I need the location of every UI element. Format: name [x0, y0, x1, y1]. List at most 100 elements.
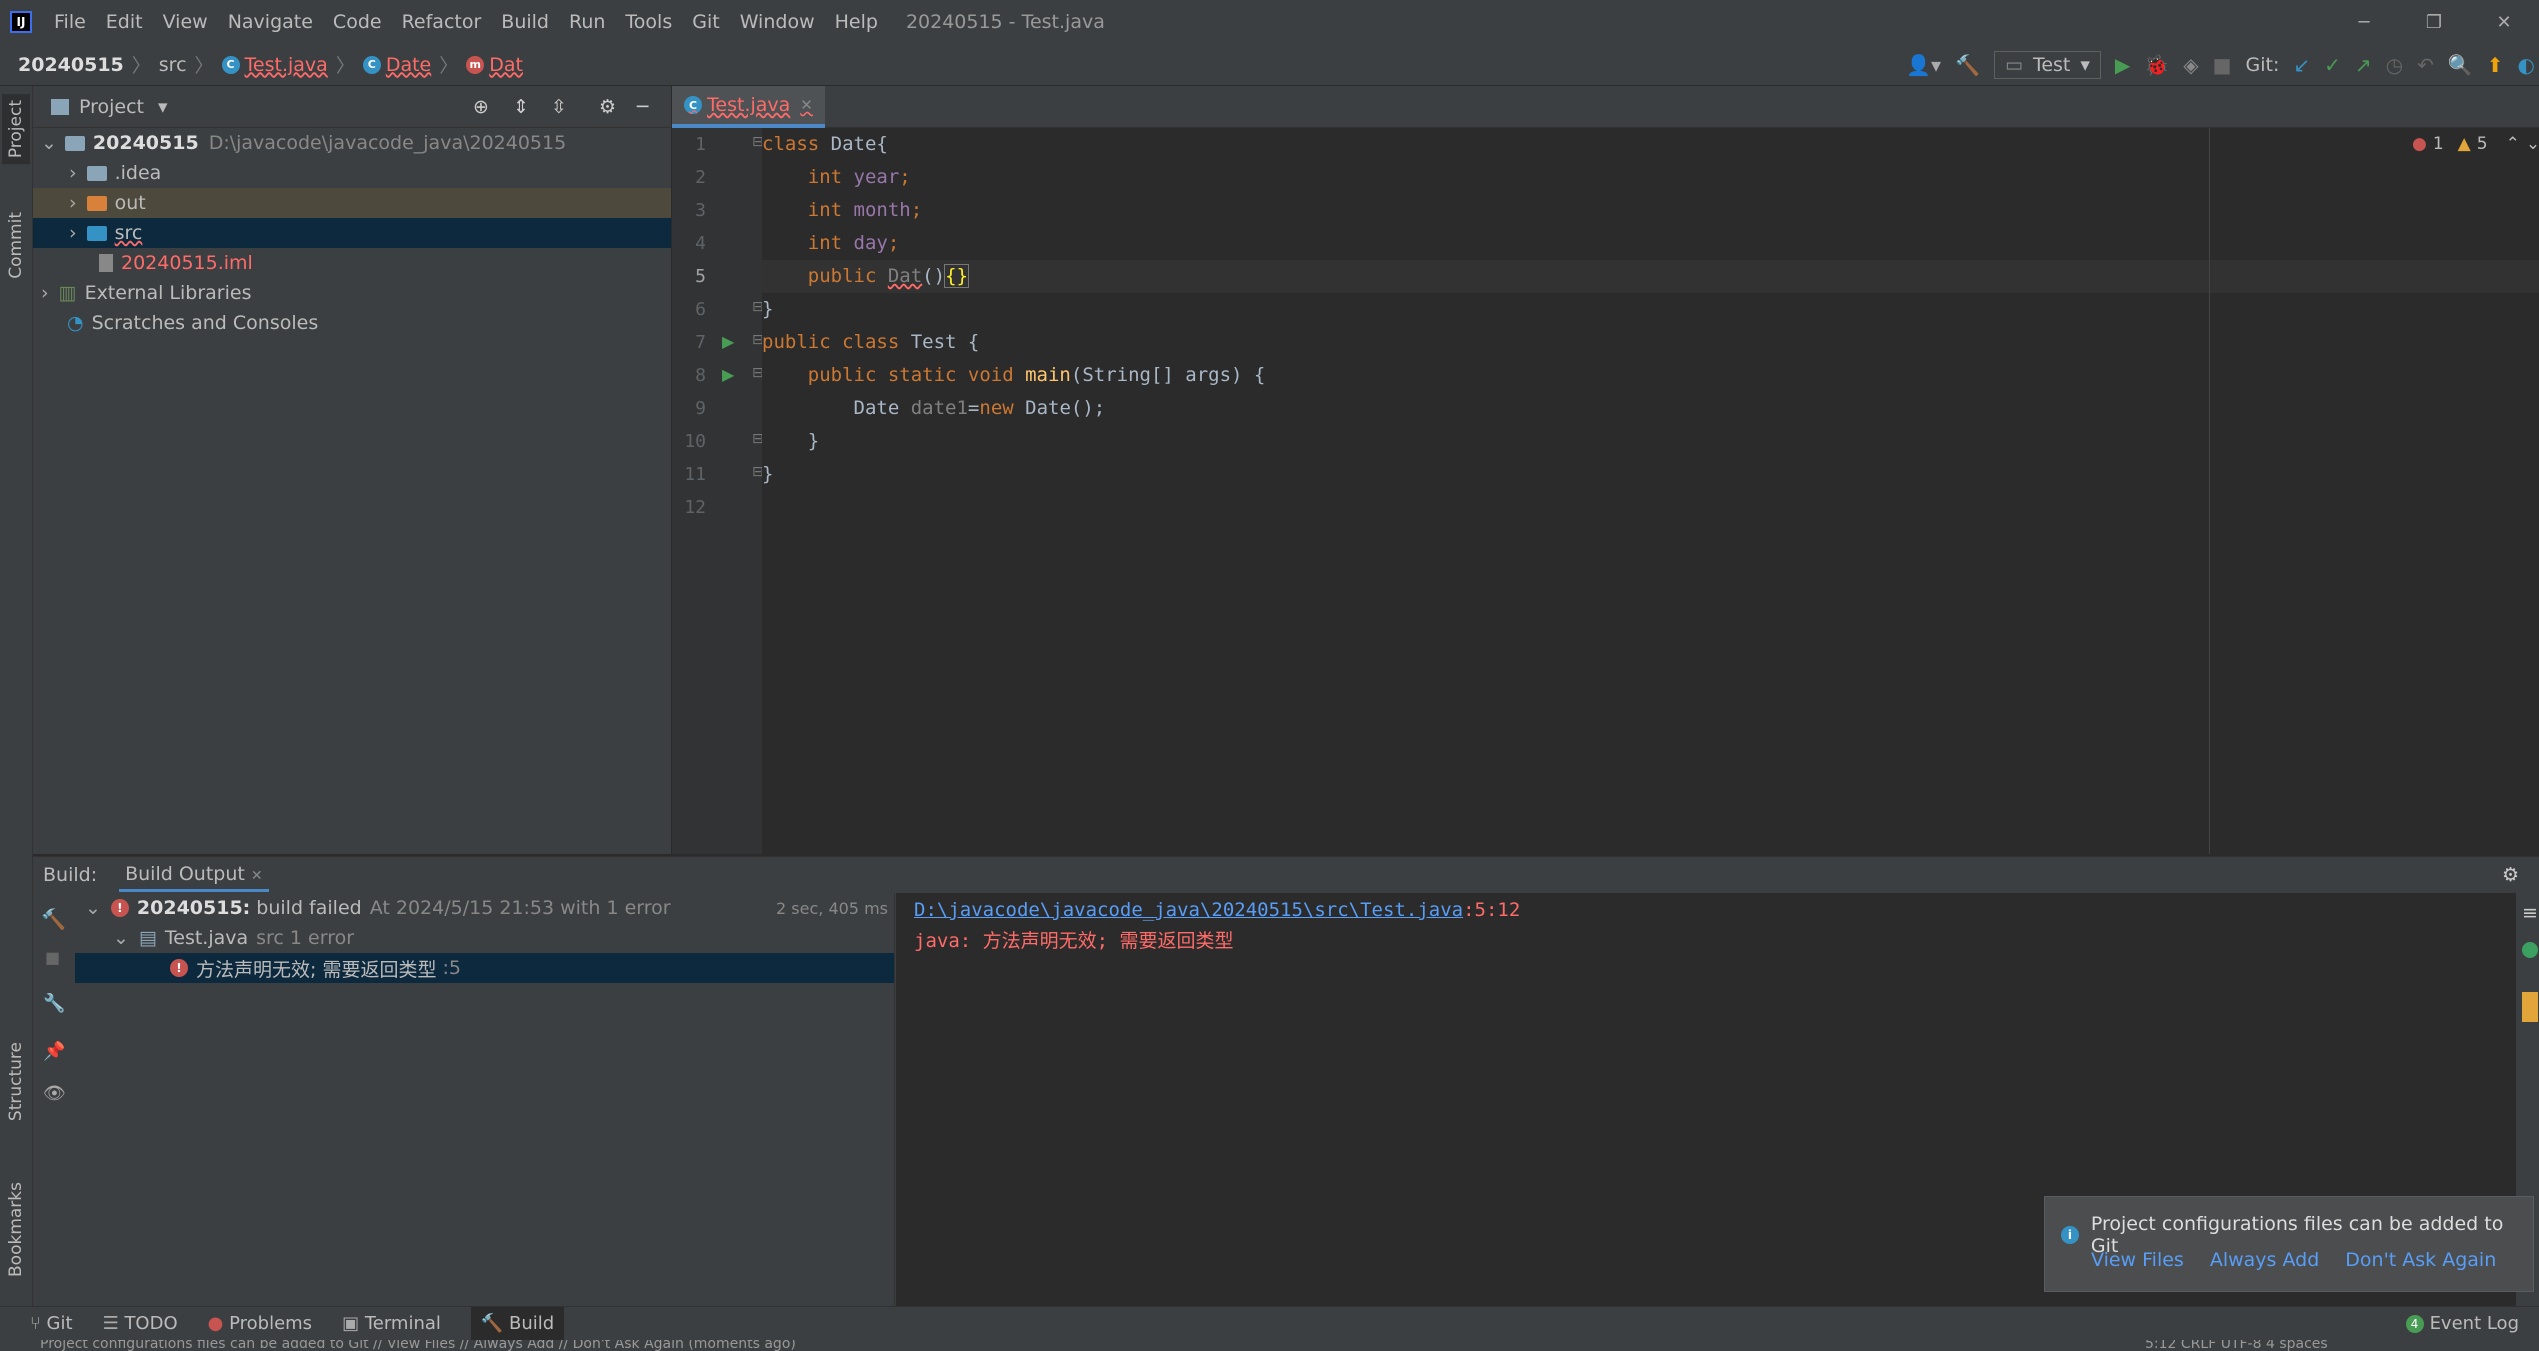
menu-code[interactable]: Code	[323, 11, 392, 33]
dont-ask-again-link[interactable]: Don't Ask Again	[2345, 1249, 2496, 1271]
inspection-widget[interactable]: ● 1 ▲ 5 ⌃ ⌄	[2412, 134, 2539, 154]
crumb-project[interactable]: 20240515	[18, 54, 124, 76]
line-number: 11	[684, 464, 706, 485]
output-file-link[interactable]: D:\javacode\javacode_java\20240515\src\T…	[914, 899, 1463, 921]
status-bar: Project configurations files can be adde…	[0, 1340, 2539, 1351]
tree-item-out[interactable]: › out	[33, 188, 671, 218]
search-icon[interactable]: 🔍	[2448, 53, 2473, 77]
stop-icon[interactable]: ■	[2213, 53, 2232, 77]
tree-item-label: Scratches and Consoles	[91, 312, 319, 334]
run-config-select[interactable]: ▭ Test ▾	[1993, 51, 2101, 79]
chevron-up-icon[interactable]: ⌃	[2506, 134, 2520, 154]
menu-build[interactable]: Build	[491, 11, 559, 33]
folder-icon	[86, 165, 107, 181]
line-number: 12	[684, 497, 706, 518]
collapse-all-icon[interactable]: ⇳	[551, 96, 567, 118]
tool-tab-structure[interactable]: Structure	[2, 1036, 30, 1127]
tool-tab-terminal[interactable]: ▣ Terminal	[342, 1313, 441, 1334]
tree-item-external-libraries[interactable]: › ▥ External Libraries	[33, 278, 671, 308]
crumb-file[interactable]: Test.java	[245, 54, 328, 76]
menu-tools[interactable]: Tools	[615, 11, 682, 33]
menu-file[interactable]: File	[44, 11, 96, 33]
plugin-icon[interactable]: ◐	[2518, 53, 2535, 77]
tool-tab-bookmarks[interactable]: Bookmarks	[2, 1176, 30, 1283]
coverage-icon[interactable]: ◈	[2183, 53, 2198, 77]
eye-icon[interactable]: 👁	[43, 1083, 66, 1104]
tree-item-label: 20240515.iml	[121, 252, 253, 274]
close-tab-icon[interactable]: ✕	[800, 96, 813, 114]
menu-view[interactable]: View	[153, 11, 218, 33]
menu-run[interactable]: Run	[559, 11, 615, 33]
tree-item-label: src	[114, 222, 143, 244]
tab-test-java[interactable]: C Test.java ✕	[672, 86, 825, 128]
build-hammer-icon[interactable]: 🔨	[41, 907, 66, 931]
chevron-down-icon[interactable]: ⌄	[113, 927, 129, 949]
run-gutter-icon[interactable]: ▶	[722, 332, 734, 351]
tool-tab-git[interactable]: ⑂ Git	[30, 1313, 73, 1334]
crumb-method[interactable]: Dat	[489, 54, 523, 76]
stop-icon[interactable]: ■	[45, 948, 60, 967]
code-editor[interactable]: class Date{ int year; int month; int day…	[762, 128, 2539, 854]
tool-tab-build[interactable]: 🔨 Build	[470, 1307, 565, 1340]
menu-navigate[interactable]: Navigate	[218, 11, 323, 33]
chevron-down-icon[interactable]: ⌄	[85, 897, 101, 919]
project-view-select[interactable]: Project	[79, 96, 144, 118]
run-icon[interactable]: ▶	[2115, 53, 2130, 77]
chevron-right-icon[interactable]: ›	[69, 162, 77, 184]
build-file-name: Test.java	[164, 927, 249, 949]
restore-button[interactable]: ❐	[2399, 0, 2469, 44]
update-icon[interactable]: ⬆	[2487, 53, 2504, 77]
git-update-icon[interactable]: ↙	[2293, 53, 2310, 77]
menu-git[interactable]: Git	[682, 11, 729, 33]
tree-item-scratches[interactable]: ◔ Scratches and Consoles	[33, 308, 671, 338]
gear-icon[interactable]: ⚙	[2502, 864, 2519, 886]
chevron-down-icon[interactable]: ⌄	[41, 132, 57, 154]
tree-item-iml[interactable]: 20240515.iml	[33, 248, 671, 278]
close-button[interactable]: ✕	[2469, 0, 2539, 44]
event-log-button[interactable]: 4 Event Log	[2405, 1313, 2519, 1334]
tree-root[interactable]: ⌄ 20240515 D:\javacode\javacode_java\202…	[33, 128, 671, 158]
debug-icon[interactable]: 🐞	[2144, 53, 2169, 77]
tool-tab-problems[interactable]: ● Problems	[208, 1313, 312, 1334]
gear-icon[interactable]: ⚙	[599, 96, 616, 118]
crumb-class[interactable]: Date	[386, 54, 431, 76]
locate-icon[interactable]: ⊕	[473, 96, 489, 118]
git-commit-icon[interactable]: ✓	[2324, 53, 2341, 77]
minimize-button[interactable]: ─	[2329, 0, 2399, 44]
menu-help[interactable]: Help	[825, 11, 888, 33]
always-add-link[interactable]: Always Add	[2210, 1249, 2319, 1271]
tool-tab-commit[interactable]: Commit	[2, 206, 30, 285]
chevron-down-icon[interactable]: ⌄	[2526, 134, 2539, 154]
chevron-right-icon[interactable]: ›	[69, 192, 77, 214]
status-right-info[interactable]: 5:12 CRLF UTF-8 4 spaces	[2145, 1340, 2328, 1351]
hide-icon[interactable]: ─	[637, 96, 648, 118]
menu-edit[interactable]: Edit	[96, 11, 153, 33]
crumb-src[interactable]: src	[159, 54, 187, 76]
terminal-icon: ▣	[342, 1313, 360, 1334]
git-push-icon[interactable]: ↗	[2355, 53, 2372, 77]
run-gutter-icon[interactable]: ▶	[722, 365, 734, 384]
user-icon[interactable]: 👤▾	[1906, 53, 1941, 77]
history-icon[interactable]: ◷	[2386, 53, 2403, 77]
tool-tab-project[interactable]: Project	[2, 94, 30, 165]
tab-build-output[interactable]: Build Output ✕	[119, 859, 269, 892]
menu-refactor[interactable]: Refactor	[392, 11, 492, 33]
expand-all-icon[interactable]: ⇕	[513, 96, 529, 118]
tree-item-src[interactable]: › src	[33, 218, 671, 248]
menu-window[interactable]: Window	[730, 11, 825, 33]
build-error-row[interactable]: ! 方法声明无效; 需要返回类型 :5	[75, 953, 894, 983]
chevron-right-icon[interactable]: ›	[41, 282, 49, 304]
dropdown-arrow-icon[interactable]: ▾	[158, 96, 168, 118]
rollback-icon[interactable]: ↶	[2417, 53, 2434, 77]
build-hammer-icon[interactable]: 🔨	[1955, 53, 1980, 77]
error-count: 1	[2432, 134, 2444, 154]
tool-tab-todo[interactable]: ☰ TODO	[103, 1313, 178, 1334]
view-files-link[interactable]: View Files	[2091, 1249, 2184, 1271]
build-root-row[interactable]: ⌄ ! 20240515: build failed At 2024/5/15 …	[75, 893, 894, 923]
chevron-right-icon[interactable]: ›	[69, 222, 77, 244]
build-file-row[interactable]: ⌄ ▤ Test.java src 1 error	[75, 923, 894, 953]
tree-item-idea[interactable]: › .idea	[33, 158, 671, 188]
wrench-icon[interactable]: 🔧	[43, 993, 65, 1014]
menu-icon[interactable]: ≡	[2522, 902, 2538, 924]
pin-icon[interactable]: 📌	[43, 1041, 65, 1062]
